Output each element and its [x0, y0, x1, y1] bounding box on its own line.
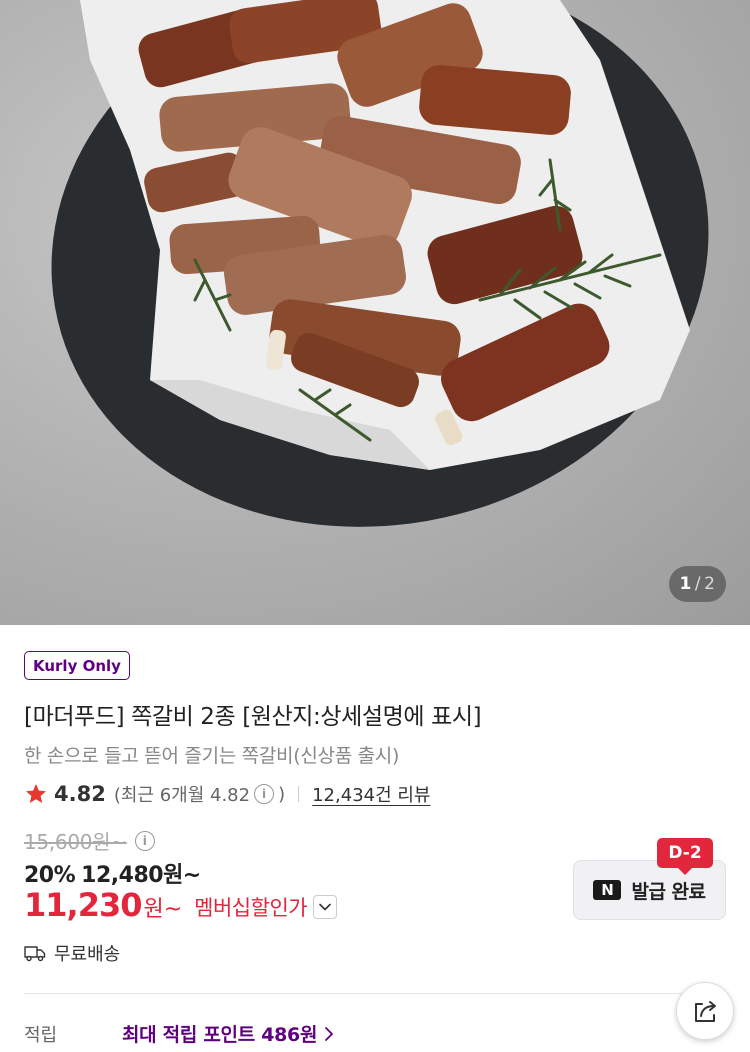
counter-current: 1 [679, 574, 692, 594]
original-price-row: 15,600원~ i [24, 826, 159, 855]
divider [298, 786, 300, 802]
discount-rate: 20% [24, 863, 76, 888]
shipping-row: 무료배송 [24, 940, 120, 966]
recent-rating-text: (최근 6개월 4.82 [113, 785, 251, 806]
product-title: [마더푸드] 쪽갈비 2종 [원산지:상세설명에 표시] [24, 704, 482, 730]
price-info-icon[interactable]: i [134, 830, 155, 851]
recent-rating-close: ) [278, 783, 286, 805]
counter-separator: / [694, 574, 702, 594]
star-icon [26, 784, 46, 803]
naver-logo-icon: N [593, 880, 622, 900]
coupon-label: 발급 완료 [631, 880, 706, 903]
member-price: 11,230 [24, 886, 142, 924]
member-price-toggle[interactable] [313, 895, 338, 919]
chevron-down-icon [319, 903, 331, 911]
chevron-right-icon [325, 1026, 334, 1041]
info-icon[interactable]: i [254, 784, 275, 804]
review-count-link[interactable]: 12,434건 리뷰 [312, 781, 430, 807]
member-price-row: 11,230 원~ 멤버십할인가 [24, 886, 338, 924]
image-page-counter: 1 / 2 [669, 566, 726, 602]
original-price: 15,600원~ [24, 830, 127, 854]
share-button[interactable] [676, 982, 734, 1040]
member-price-label: 멤버십할인가 [194, 896, 308, 920]
member-price-unit: 원~ [143, 897, 183, 922]
product-photo [51, 0, 709, 527]
kurly-only-badge: Kurly Only [24, 651, 130, 680]
d-day-badge: D-2 [657, 838, 713, 875]
discount-price: 12,480원~ [81, 863, 201, 888]
counter-total: 2 [704, 574, 716, 594]
truck-icon [24, 946, 46, 962]
points-row[interactable]: 적립 최대 적립 포인트 486원 [24, 1020, 335, 1047]
shipping-text: 무료배송 [54, 944, 121, 965]
rating-row: 4.82 (최근 6개월 4.82 i ) 12,434건 리뷰 [24, 780, 431, 808]
section-divider [24, 993, 726, 994]
points-label: 적립 [24, 1024, 58, 1046]
product-subtitle: 한 손으로 들고 뜯어 즐기는 쪽갈비(신상품 출시) [24, 745, 400, 767]
recent-rating: (최근 6개월 4.82 i ) [114, 781, 285, 807]
rating-score: 4.82 [54, 782, 106, 806]
points-value: 최대 적립 포인트 486원 [122, 1024, 318, 1046]
product-image[interactable]: 1 / 2 [0, 0, 750, 625]
share-icon [695, 1001, 716, 1022]
discount-row: 20% 12,480원~ [24, 857, 201, 889]
coupon-issued-button[interactable]: N 발급 완료 [573, 860, 726, 920]
